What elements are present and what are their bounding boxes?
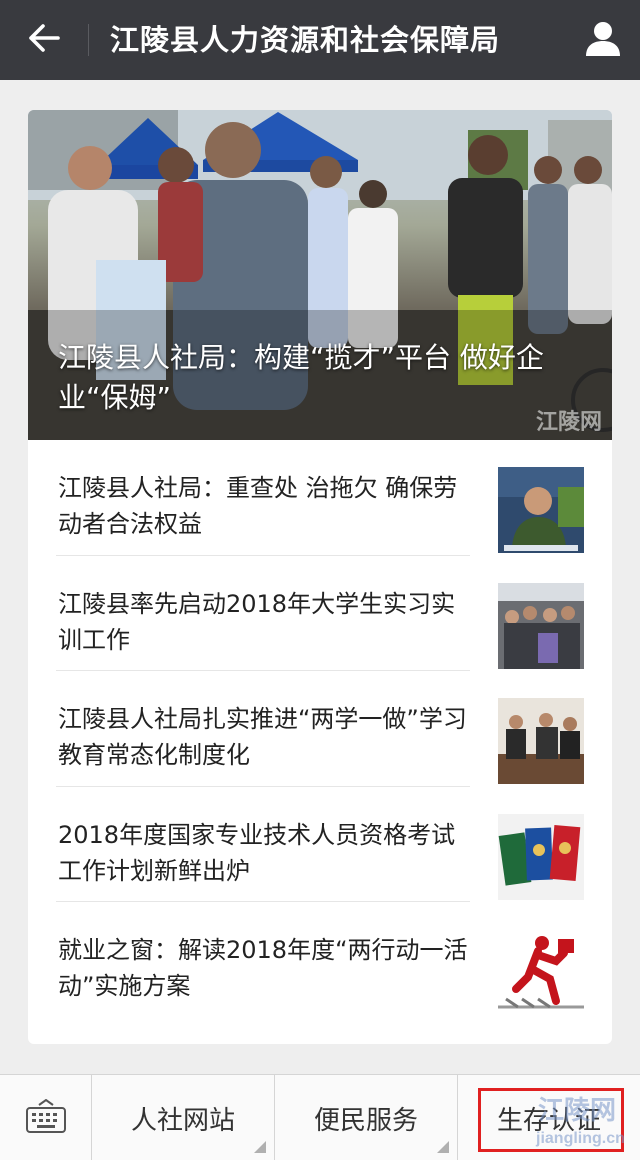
menu-item-website[interactable]: 人社网站 <box>92 1075 275 1160</box>
news-item[interactable]: 2018年度国家专业技术人员资格考试工作计划新鲜出炉 <box>28 787 612 902</box>
news-list: 江陵县人社局：重查处 治拖欠 确保劳动者合法权益 江陵县率先启动2018年大学生… <box>28 440 612 1018</box>
watermark-url: jiangling.cn <box>536 1130 625 1147</box>
page-title: 江陵县人力资源和社会保障局 <box>110 23 501 57</box>
news-item[interactable]: 江陵县率先启动2018年大学生实习实训工作 <box>28 556 612 671</box>
keyboard-icon <box>25 1098 67 1137</box>
news-title: 就业之窗：解读2018年度“两行动一活动”实施方案 <box>58 936 468 1000</box>
news-thumbnail <box>498 813 584 900</box>
menu-item-label: 人社网站 <box>130 1105 235 1136</box>
keyboard-toggle-button[interactable] <box>0 1075 92 1160</box>
news-title: 江陵县人社局：重查处 治拖欠 确保劳动者合法权益 <box>58 474 458 538</box>
submenu-indicator-icon <box>254 1141 266 1153</box>
profile-button[interactable] <box>580 18 626 62</box>
header-divider <box>88 24 89 56</box>
news-title: 江陵县人社局扎实推进“两学一做”学习教育常态化制度化 <box>58 705 467 769</box>
watermark-logo-text: 江陵网 <box>538 1096 617 1126</box>
back-arrow-icon <box>27 23 61 57</box>
hero-title: 江陵县人社局：构建“揽才”平台 做好企业“保姆” <box>58 341 544 414</box>
user-profile-icon <box>583 18 623 62</box>
submenu-indicator-icon <box>437 1141 449 1153</box>
site-watermark: 江陵网 jiangling.cn <box>520 1090 638 1158</box>
news-item[interactable]: 江陵县人社局扎实推进“两学一做”学习教育常态化制度化 <box>28 671 612 787</box>
news-thumbnail <box>498 467 584 553</box>
news-title: 江陵县率先启动2018年大学生实习实训工作 <box>58 589 456 654</box>
menu-item-label: 便民服务 <box>313 1105 418 1136</box>
news-item[interactable]: 就业之窗：解读2018年度“两行动一活动”实施方案 <box>28 902 612 1018</box>
news-thumbnail <box>498 698 584 784</box>
news-thumbnail <box>498 582 584 669</box>
menu-item-services[interactable]: 便民服务 <box>275 1075 458 1160</box>
news-thumbnail <box>498 929 584 1015</box>
hero-article[interactable]: 江陵县人社局：构建“揽才”平台 做好企业“保姆” 江陵网 <box>28 110 612 440</box>
news-item[interactable]: 江陵县人社局：重查处 治拖欠 确保劳动者合法权益 <box>28 440 612 556</box>
back-button[interactable] <box>0 0 88 80</box>
news-title: 2018年度国家专业技术人员资格考试工作计划新鲜出炉 <box>58 820 456 885</box>
top-bar: 江陵县人力资源和社会保障局 <box>0 0 640 80</box>
article-card: 江陵县人社局：构建“揽才”平台 做好企业“保姆” 江陵网 江陵县人社局：重查处 … <box>28 110 612 1044</box>
hero-watermark: 江陵网 <box>535 410 602 435</box>
